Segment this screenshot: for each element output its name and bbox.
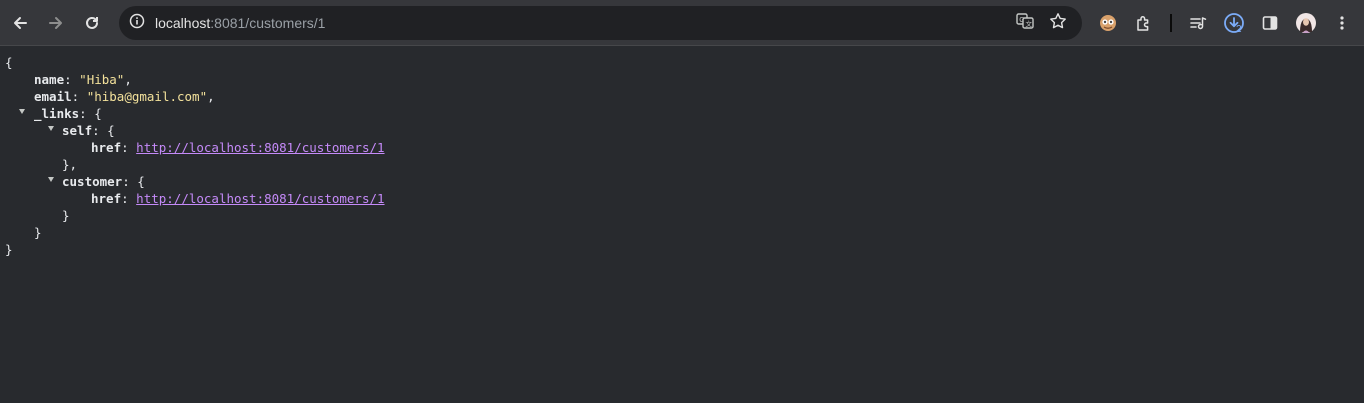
json-key-self-href: href <box>91 140 122 155</box>
browser-toolbar: localhost:8081/customers/1 G文 2 <box>0 0 1364 46</box>
url-text[interactable]: localhost:8081/customers/1 <box>155 15 325 31</box>
toolbar-divider <box>1170 14 1172 32</box>
bookmark-button[interactable] <box>1046 11 1070 35</box>
json-row-email: email: "hiba@gmail.com", <box>34 89 215 104</box>
json-key-self: self <box>62 123 93 138</box>
address-bar[interactable]: localhost:8081/customers/1 G文 <box>119 6 1082 40</box>
json-row-name: name: "Hiba", <box>34 72 132 87</box>
json-viewer: { name: "Hiba", email: "hiba@gmail.com",… <box>0 47 1364 403</box>
json-self-close: }, <box>62 157 78 172</box>
extension-avatar-icon <box>1098 13 1118 33</box>
collapse-customer-toggle[interactable] <box>48 177 54 182</box>
json-row-customer-href: href: http://localhost:8081/customers/1 <box>91 191 385 206</box>
url-host: localhost <box>155 15 211 31</box>
json-value-name: "Hiba" <box>79 72 125 87</box>
extensions-button[interactable] <box>1128 7 1160 39</box>
reading-list-button[interactable] <box>1182 7 1214 39</box>
json-open-brace: { <box>5 55 13 70</box>
puzzle-icon <box>1135 14 1153 32</box>
forward-button[interactable] <box>40 7 72 39</box>
arrow-left-icon <box>12 15 28 31</box>
back-button[interactable] <box>4 7 36 39</box>
side-panel-button[interactable] <box>1254 7 1286 39</box>
translate-button[interactable]: G文 <box>1013 11 1037 35</box>
json-row-links: _links: { <box>34 106 102 121</box>
json-close-brace: } <box>5 242 13 257</box>
extension-button[interactable] <box>1092 7 1124 39</box>
url-path: :8081/customers/1 <box>210 15 326 31</box>
info-icon <box>129 13 145 34</box>
profile-button[interactable] <box>1290 7 1322 39</box>
json-key-customer-href: href <box>91 191 122 206</box>
collapse-self-toggle[interactable] <box>48 126 54 131</box>
json-row-self-href: href: http://localhost:8081/customers/1 <box>91 140 385 155</box>
downloads-button[interactable] <box>1218 7 1250 39</box>
reload-icon <box>84 15 100 31</box>
json-value-email: "hiba@gmail.com" <box>86 89 208 104</box>
json-key-customer: customer <box>62 174 123 189</box>
browser-menu-button[interactable] <box>1326 7 1358 39</box>
arrow-right-icon <box>48 15 64 31</box>
site-info-button[interactable] <box>125 11 149 35</box>
svg-text:文: 文 <box>1026 19 1033 28</box>
json-key-name: name <box>34 72 65 87</box>
json-row-self: self: { <box>62 123 115 138</box>
self-href-link[interactable]: http://localhost:8081/customers/1 <box>136 140 384 155</box>
downloads-count-badge: 2 <box>1236 24 1242 35</box>
star-icon <box>1049 12 1067 35</box>
json-links-close: } <box>34 225 42 240</box>
json-key-email: email <box>34 89 72 104</box>
reload-button[interactable] <box>76 7 108 39</box>
json-customer-close: } <box>62 208 70 223</box>
side-panel-icon <box>1262 15 1278 31</box>
customer-href-link[interactable]: http://localhost:8081/customers/1 <box>136 191 384 206</box>
profile-avatar-icon <box>1295 12 1317 34</box>
json-key-links: _links <box>34 106 80 121</box>
json-row-customer: customer: { <box>62 174 145 189</box>
collapse-links-toggle[interactable] <box>19 109 25 114</box>
translate-icon: G文 <box>1016 12 1034 35</box>
kebab-menu-icon <box>1334 15 1350 31</box>
reading-list-icon <box>1189 14 1207 32</box>
